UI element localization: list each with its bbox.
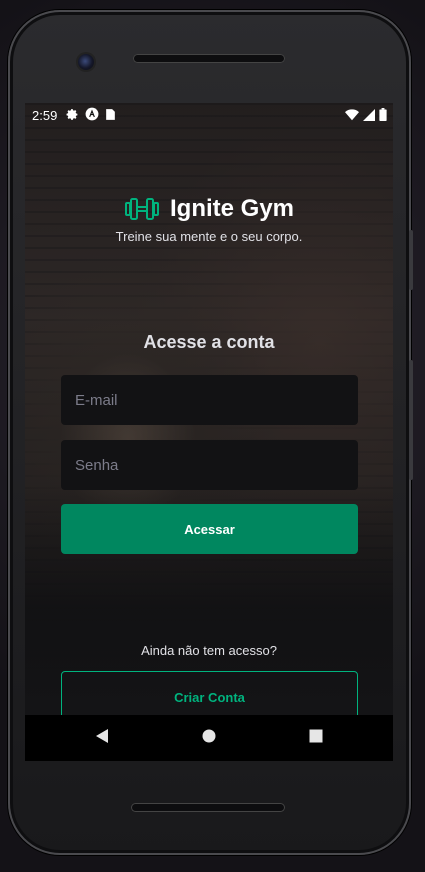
brand-header: Ignite Gym <box>25 195 393 226</box>
sim-card-icon <box>106 108 115 120</box>
cell-signal-icon <box>363 108 375 121</box>
home-icon[interactable] <box>202 728 216 744</box>
app-screen: 2:59 Ignite Gym Treine sua mente e o seu… <box>25 103 393 715</box>
dumbbell-icon <box>124 198 159 220</box>
volume-button <box>409 230 413 290</box>
password-input[interactable] <box>61 440 358 490</box>
app-name: Ignite Gym <box>169 195 295 222</box>
android-nav-bar <box>25 715 393 761</box>
tagline: Treine sua mente e o seu corpo. <box>115 229 303 244</box>
sign-in-button[interactable]: Acessar <box>61 504 358 554</box>
recents-icon[interactable] <box>309 728 323 744</box>
power-button <box>409 360 413 480</box>
front-camera <box>78 54 94 70</box>
create-account-button[interactable]: Criar Conta <box>61 671 358 715</box>
email-input[interactable] <box>61 375 358 425</box>
status-time: 2:59 <box>32 108 58 123</box>
status-bar: 2:59 <box>25 103 393 127</box>
top-speaker <box>133 54 285 63</box>
gear-icon <box>66 108 78 120</box>
back-icon[interactable] <box>95 728 109 744</box>
status-icons-right <box>345 108 387 121</box>
wifi-icon <box>345 108 359 120</box>
app-logo-icon <box>85 107 99 121</box>
status-icons-left <box>66 107 116 121</box>
bottom-speaker <box>131 803 285 812</box>
form-heading: Acesse a conta <box>143 332 275 352</box>
battery-icon <box>379 108 387 121</box>
signup-prompt: Ainda não tem acesso? <box>141 643 277 658</box>
